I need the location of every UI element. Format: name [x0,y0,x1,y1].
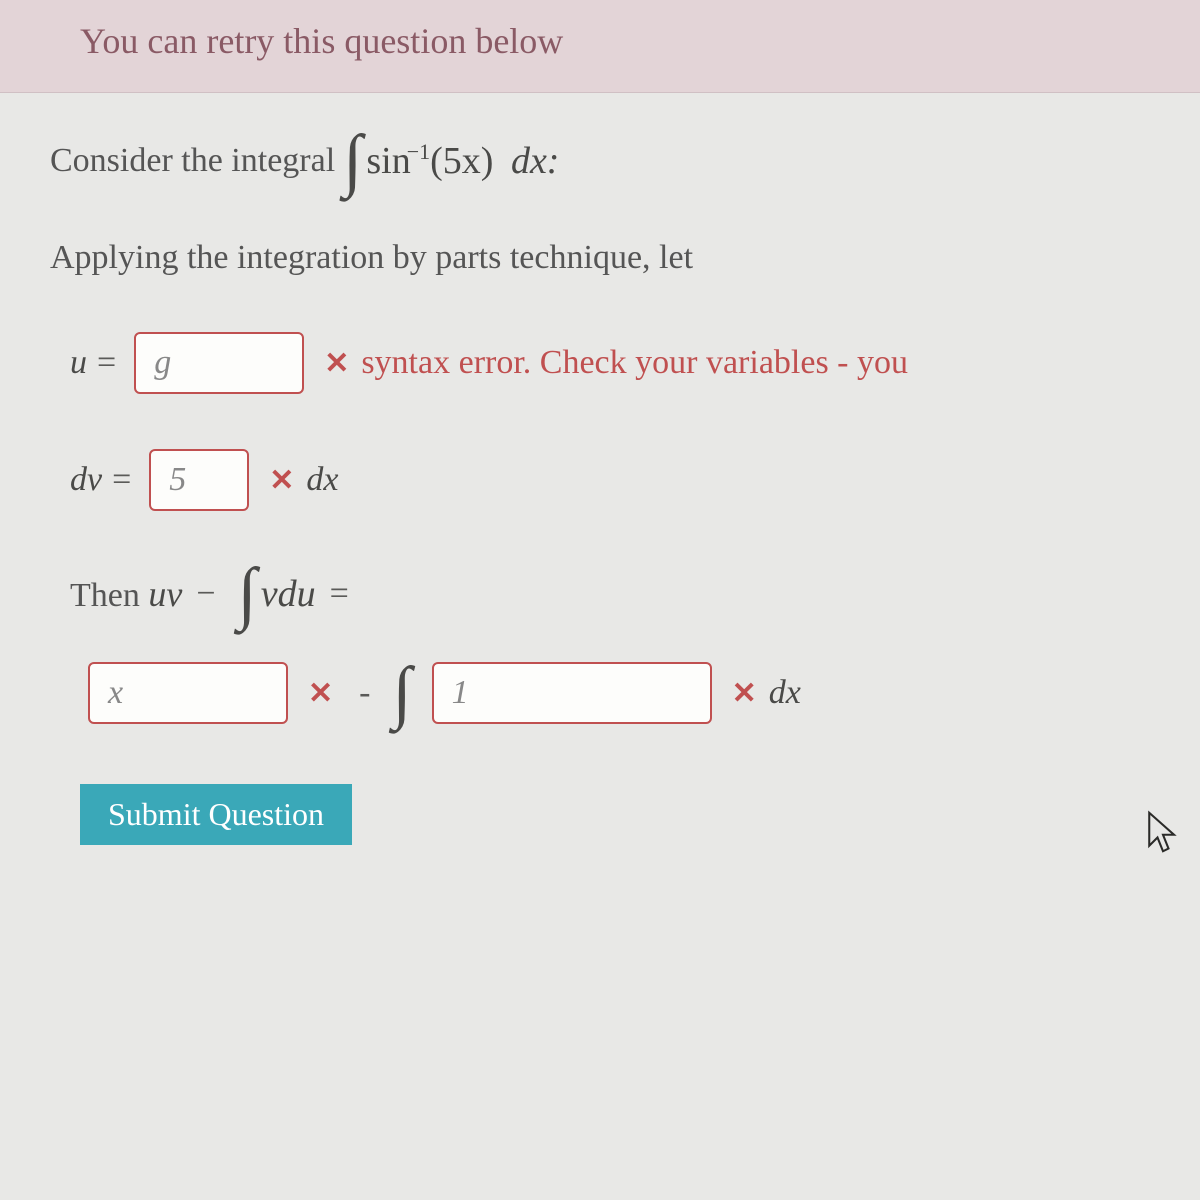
result-integral: ∫ [392,665,415,721]
question-content: Consider the integral ∫ sin−1(5x) dx: Ap… [0,93,1200,875]
integrand-arg: (5x) [430,140,493,182]
wrong-icon: ✕ [269,463,294,498]
dv-dx: dx [306,461,338,499]
integrand-exp: −1 [407,139,430,164]
apply-text: Applying the integration by parts techni… [50,239,693,277]
result-minus: - [359,674,370,712]
integrand: sin−1(5x) dx: [366,139,559,183]
wrong-icon: ✕ [324,346,349,381]
consider-text: Consider the integral [50,142,335,180]
wrong-icon: ✕ [732,676,757,711]
cursor-icon [1146,810,1180,863]
integral-sign-icon: ∫ [238,566,257,622]
then-text: Then uv [70,573,182,615]
integral-expression: ∫ sin−1(5x) dx: [343,133,559,189]
row-u: u = g ✕ syntax error. Check your variabl… [70,332,1170,394]
retry-banner: You can retry this question below [0,0,1200,93]
banner-text: You can retry this question below [80,21,563,61]
dv-eq: = [112,461,131,499]
vdu-text: vdu [261,572,316,616]
u-eq: = [97,344,116,382]
integral-sign-icon: ∫ [343,133,362,189]
u-input[interactable]: g [134,332,304,394]
uv-input[interactable]: x [88,662,288,724]
dv-input[interactable]: 5 [149,449,249,511]
row-then: Then uv − ∫ vdu = [70,566,1170,622]
integral-sign-icon: ∫ [392,665,411,721]
prompt-line-1: Consider the integral ∫ sin−1(5x) dx: [50,133,1170,189]
u-error-msg: syntax error. Check your variables - you [361,344,908,382]
prompt-line-2: Applying the integration by parts techni… [50,239,1170,277]
integrand-dx: dx: [511,140,560,182]
submit-label: Submit Question [108,796,324,832]
submit-button[interactable]: Submit Question [80,784,352,845]
dv-var: dv [70,461,102,499]
row-result: x ✕ - ∫ 1 ✕ dx [80,662,1170,724]
integrand-input[interactable]: 1 [432,662,712,724]
vdu-integral: ∫ vdu [238,566,316,622]
minus-sign: − [196,575,215,613]
integrand-func: sin [366,140,410,182]
row-dv: dv = 5 ✕ dx [70,449,1170,511]
wrong-icon: ✕ [308,676,333,711]
then-eq: = [330,575,349,613]
result-dx: dx [769,674,801,712]
u-var: u [70,344,87,382]
